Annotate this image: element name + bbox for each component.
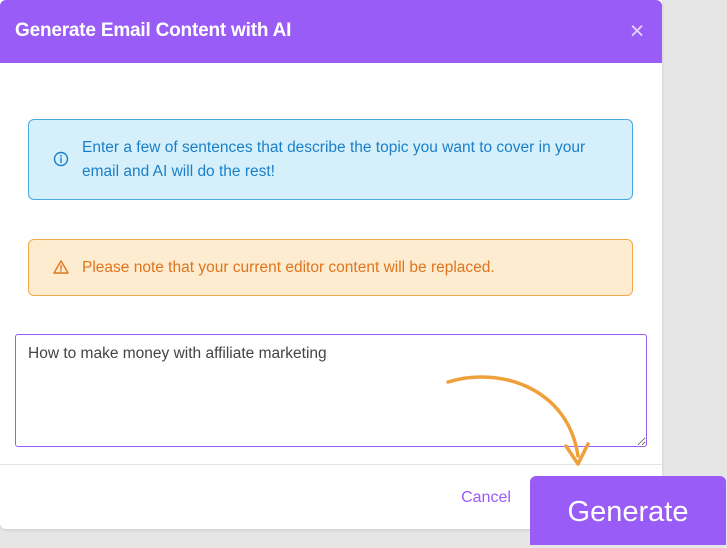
info-alert-text: Enter a few of sentences that describe t…: [82, 139, 586, 180]
close-button[interactable]: ×: [624, 18, 650, 44]
cancel-button[interactable]: Cancel: [452, 487, 520, 509]
warning-triangle-icon: [53, 260, 69, 274]
generate-button[interactable]: Generate: [530, 476, 726, 545]
modal-title: Generate Email Content with AI: [15, 20, 292, 41]
warning-alert: Please note that your current editor con…: [28, 239, 633, 296]
info-circle-icon: [53, 151, 69, 167]
close-icon: ×: [629, 17, 645, 45]
warning-alert-text: Please note that your current editor con…: [82, 259, 495, 276]
modal-header: Generate Email Content with AI ×: [0, 0, 662, 63]
curved-arrow-icon: [446, 375, 590, 466]
info-alert: Enter a few of sentences that describe t…: [28, 119, 633, 200]
